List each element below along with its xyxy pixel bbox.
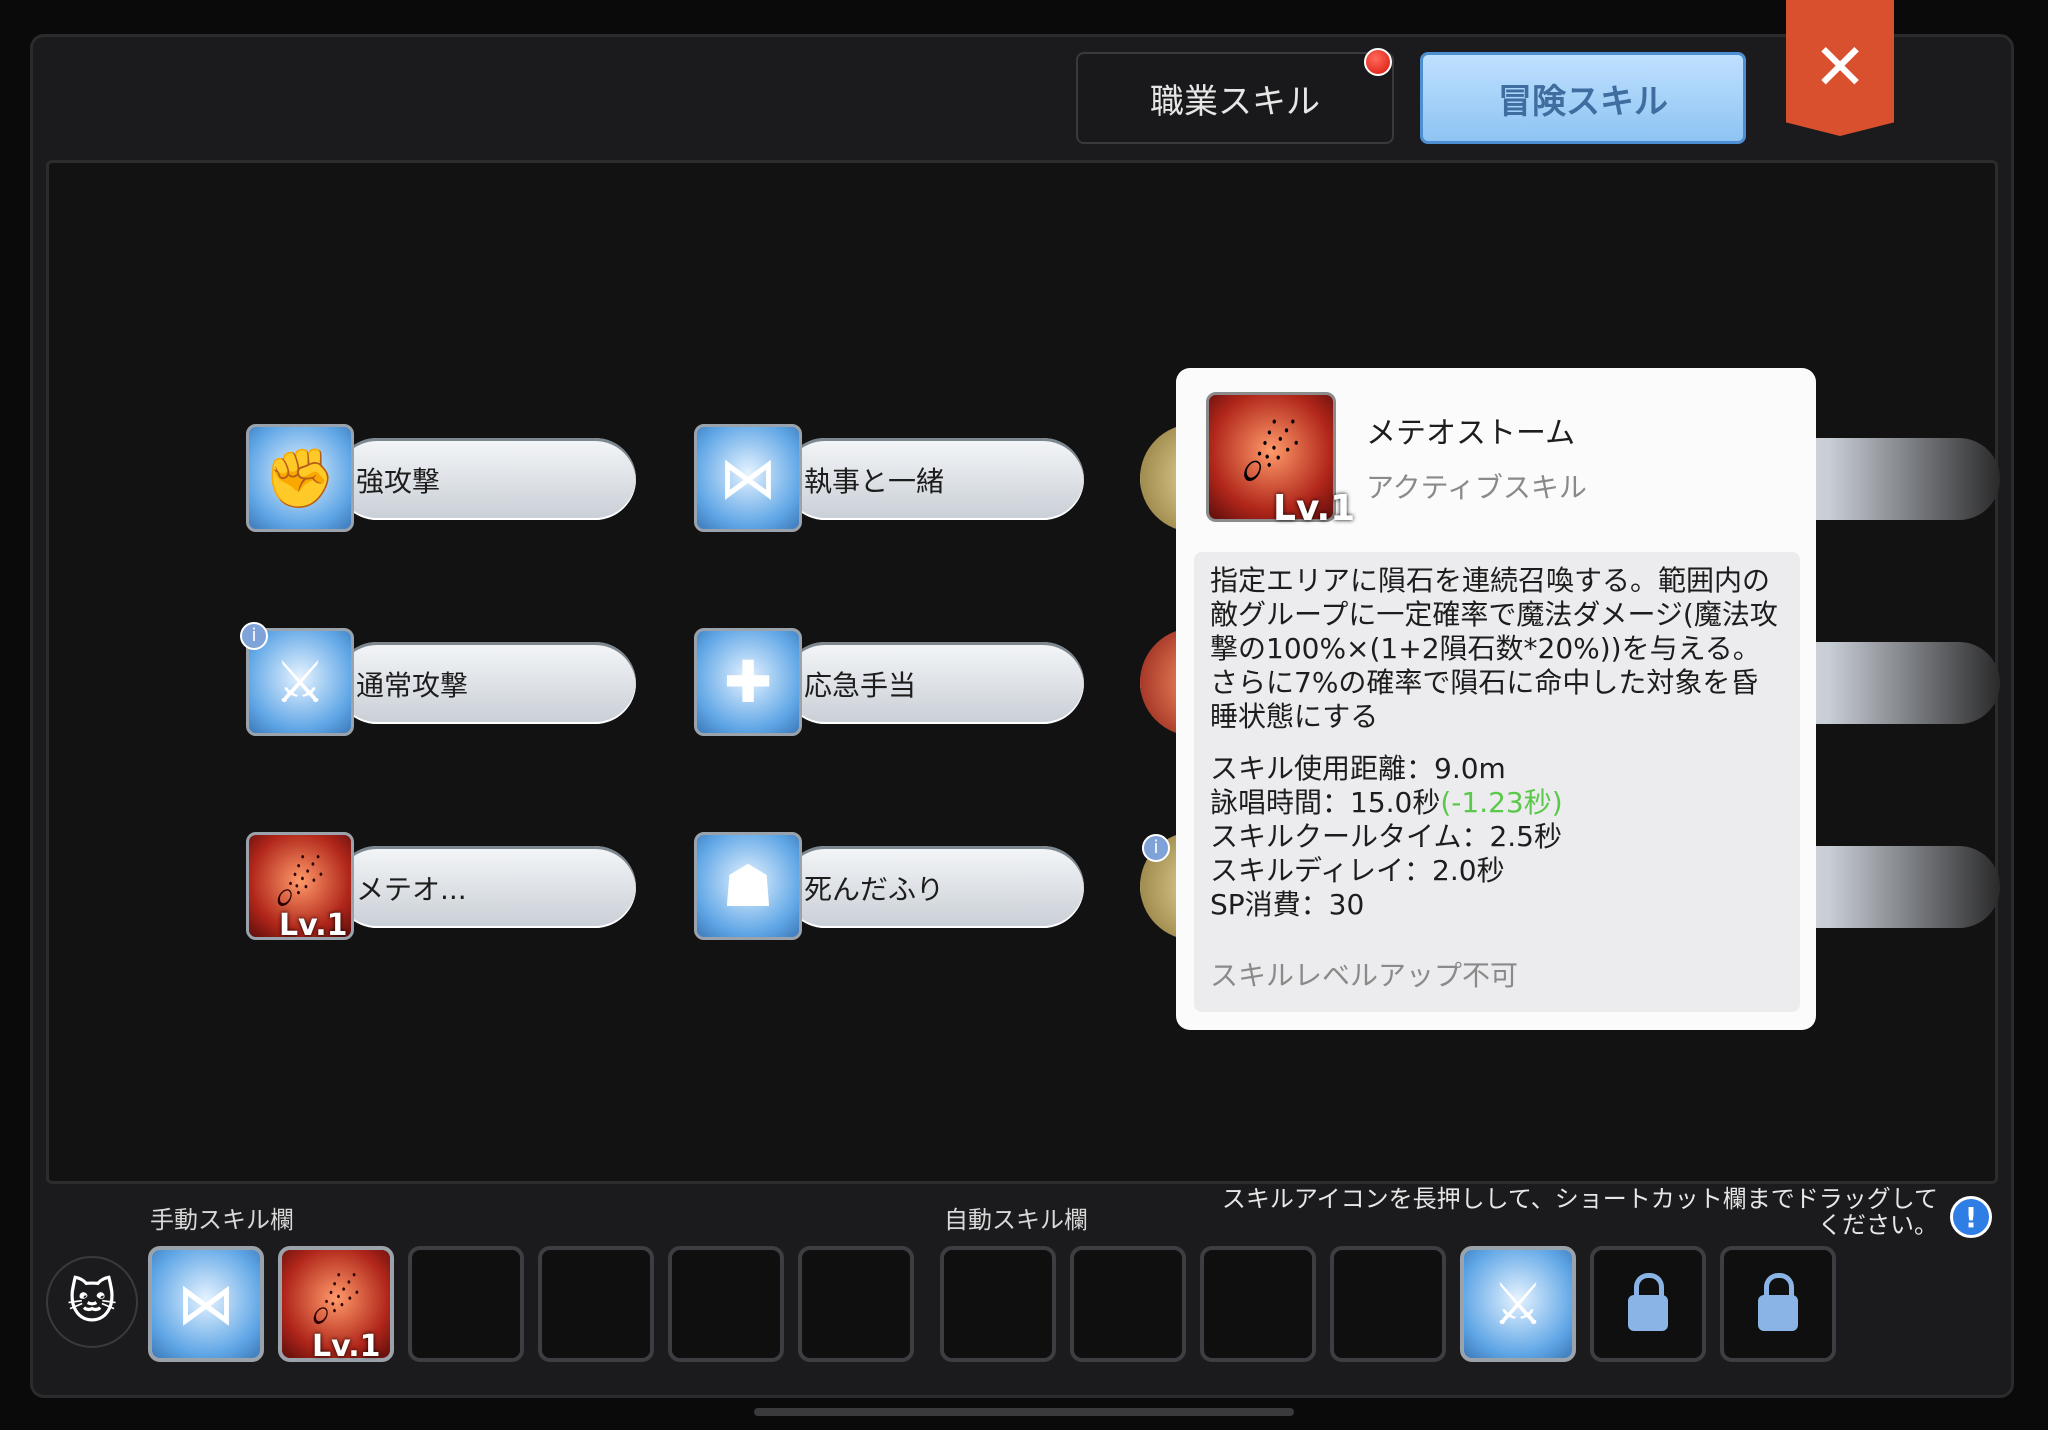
manual-skill-bar-label: 手動スキル欄	[150, 1206, 294, 1234]
skill-item-meteor[interactable]: メテオ... ☄ Lv.1	[246, 832, 636, 942]
stat-sp-cost: SP消費：30	[1210, 888, 1365, 921]
auto-skill-bar-label: 自動スキル欄	[944, 1206, 1088, 1234]
skill-item-normal-attack[interactable]: 通常攻撃 ⚔ i	[240, 622, 636, 738]
skill-details: 指定エリアに隕石を連続召喚する。範囲内の敵グループに一定確率で魔法ダメージ(魔法…	[1194, 552, 1800, 1012]
skill-item-strong-attack[interactable]: 強攻撃 ✊	[246, 424, 636, 534]
skill-description: 指定エリアに隕石を連続召喚する。範囲内の敵グループに一定確率で魔法ダメージ(魔法…	[1210, 564, 1778, 733]
meteor-icon: ☄ Lv.1	[246, 832, 354, 940]
stat-range: スキル使用距離：9.0m	[1210, 752, 1506, 785]
cast-bonus: (-1.23秒)	[1440, 786, 1563, 819]
manual-slot-6[interactable]	[798, 1246, 914, 1362]
skill-item-play-dead[interactable]: 死んだふり ☗	[694, 832, 1084, 942]
manual-slot-3[interactable]	[408, 1246, 524, 1362]
meteor-icon: ☄	[310, 1270, 362, 1338]
skill-level: Lv.1	[312, 1329, 381, 1364]
close-icon: ✕	[1813, 31, 1867, 105]
bowtie-icon: ⋈	[177, 1270, 235, 1338]
tab-job-skill[interactable]: 職業スキル	[1076, 52, 1394, 144]
auto-slot-5[interactable]: ⚔	[1460, 1246, 1576, 1362]
skill-label: 強攻撃	[356, 465, 441, 498]
skill-type: アクティブスキル	[1366, 471, 1587, 504]
play-dead-icon: ☗	[694, 832, 802, 940]
info-icon[interactable]: !	[1950, 1196, 1992, 1238]
skill-item-with-butler[interactable]: 執事と一緒 ⋈	[694, 424, 1084, 534]
manual-slot-4[interactable]	[538, 1246, 654, 1362]
skill-label: メテオ...	[356, 873, 467, 906]
skill-level: Lv.1	[279, 908, 348, 940]
auto-slot-3[interactable]	[1200, 1246, 1316, 1362]
auto-slot-locked-1	[1590, 1246, 1706, 1362]
stat-cast-time: 詠唱時間：15.0秒(-1.23秒)	[1210, 786, 1563, 819]
lock-icon	[1628, 1273, 1668, 1331]
meteor-icon: ☄ Lv.1	[1206, 392, 1355, 529]
stat-delay: スキルディレイ：2.0秒	[1210, 854, 1505, 887]
manual-slot-1[interactable]: ⋈	[148, 1246, 264, 1362]
skill-label: 執事と一緒	[804, 465, 945, 498]
home-indicator	[754, 1408, 1294, 1416]
level-up-note: スキルレベルアップ不可	[1210, 959, 1519, 992]
auto-slot-1[interactable]	[940, 1246, 1056, 1362]
tab-adventure-skill[interactable]: 冒険スキル	[1420, 52, 1746, 144]
auto-slot-2[interactable]	[1070, 1246, 1186, 1362]
drag-hint-text: スキルアイコンを長押しして、ショートカット欄までドラッグしてください。	[1221, 1185, 1938, 1239]
broken-sword-icon: ⚔	[1492, 1270, 1544, 1338]
skill-label: 通常攻撃	[356, 669, 469, 702]
skill-label: 死んだふり	[804, 873, 945, 906]
skill-tooltip: ☄ Lv.1 メテオストーム アクティブスキル 指定エリアに隕石を連続召喚する。範…	[1176, 368, 1816, 1030]
info-badge-icon[interactable]: i	[1142, 834, 1170, 862]
close-button[interactable]: ✕	[1786, 0, 1894, 136]
manual-slot-2[interactable]: ☄ Lv.1	[278, 1246, 394, 1364]
skill-item-first-aid[interactable]: 応急手当 ✚	[694, 628, 1084, 738]
fist-icon: ✊	[246, 424, 354, 532]
first-aid-cross-icon: ✚	[694, 628, 802, 736]
manual-slot-5[interactable]	[668, 1246, 784, 1362]
notification-dot	[1364, 48, 1392, 76]
auto-slot-locked-2	[1720, 1246, 1836, 1362]
skill-level: Lv.1	[1273, 488, 1356, 529]
stat-cooldown: スキルクールタイム：2.5秒	[1210, 820, 1562, 853]
cat-face-icon[interactable]: 🐱	[46, 1256, 138, 1348]
skill-label: 応急手当	[804, 669, 917, 702]
info-badge-icon[interactable]: i	[240, 622, 268, 650]
bowtie-icon: ⋈	[694, 424, 802, 532]
lock-icon	[1758, 1273, 1798, 1331]
skill-name: メテオストーム	[1366, 416, 1576, 451]
auto-slot-4[interactable]	[1330, 1246, 1446, 1362]
